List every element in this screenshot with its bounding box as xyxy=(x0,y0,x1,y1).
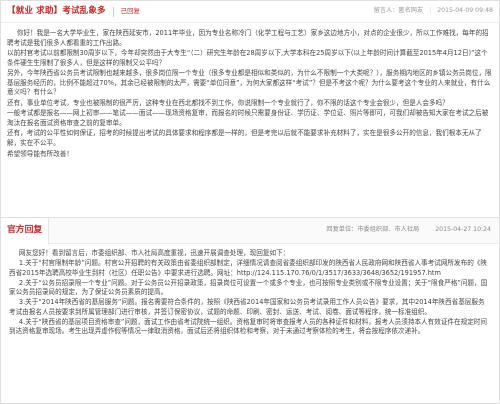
question-body: 你好！我是一名大学毕业生，家在陕西延安市，2011年毕业，因为专业名称冷门（化学… xyxy=(1,23,499,159)
meta-divider: | xyxy=(429,7,432,14)
reply-item: 1.关于“村官限制年龄”问题。村官公开招聘的有关政策由省委组织部制定，详细情况请… xyxy=(9,259,487,277)
poster-label: 留言人：匿名网友 xyxy=(373,7,424,14)
question-paragraph: 另外，今年陕西省公务员考试限制也越来越多，很多岗位限一个专业（很多专业都是相似和… xyxy=(7,69,492,97)
reply-item: 3.关于“2014年陕西省的基层服务”问题。报名需要符合条件的，按照《陕西省20… xyxy=(9,298,485,316)
status-badge: 已回复 xyxy=(120,6,140,15)
reply-header: 官方回复 回复单位：市委组织部、市人社局 2015-04-27 10:24 xyxy=(1,217,499,244)
question-paragraph: 还有，考试的公平性如何保证，招考的时候提出考试的具体要求和程序都是一样的，但是考… xyxy=(7,129,482,148)
question-meta: 留言人：匿名网友 | 2015-04-09 09:48 xyxy=(374,7,493,16)
question-paragraph: 以前村官考试以前都限制30周岁以下，今年却突然由于大专生“（二）研究生年龄在28… xyxy=(7,49,488,67)
reply-item: 2.关于“公务员招录限一个专业”问题。对于公务员公开招录政策，招录岗位可设置一个… xyxy=(9,278,488,297)
reply-label: 官方回复 xyxy=(1,217,50,244)
official-reply-card: 官方回复 回复单位：市委组织部、市人社局 2015-04-27 10:24 网友… xyxy=(0,217,500,404)
question-header: 【就业 求助】考试乱象多 已回复 留言人：匿名网友 | 2015-04-09 0… xyxy=(1,1,499,23)
reply-item: 4.关于“陕西省的基层项目资格审查”问题，面试工作由省考试院统一组织。资格复审时… xyxy=(9,317,487,336)
reply-body: 网友您好！看到留言后，市委组织部、市人社局高度重视，迅速开展调查处理，现回复如下… xyxy=(1,244,499,337)
question-paragraph: 还有，事业单位考试，专业也被限制的很严厉，这种专业在西北都找不到工作，你说限制一… xyxy=(7,98,449,107)
reply-salutation: 网友您好！看到留言后，市委组织部、市人社局高度重视，迅速开展调查处理，现回复如下… xyxy=(18,249,290,257)
header-divider xyxy=(112,6,114,17)
question-closing: 希望领导能有所改善！ xyxy=(7,149,73,158)
question-paragraph: 你好！我是一名大学毕业生，家在陕西延安市，2011年毕业，因为专业名称冷门（化学… xyxy=(7,29,489,47)
reply-unit: 回复单位：市委组织部、市人社局 xyxy=(326,226,420,233)
question-title[interactable]: 【就业 求助】考试乱象多 xyxy=(7,5,106,17)
reply-meta: 回复单位：市委组织部、市人社局 2015-04-27 10:24 xyxy=(326,226,499,235)
question-date: 2015-04-09 09:48 xyxy=(437,7,493,14)
question-paragraph: 一般考试都是报名——网上初审——笔试——面试——现场资格复审，而报名的时候只需要… xyxy=(7,109,489,127)
question-card: 【就业 求助】考试乱象多 已回复 留言人：匿名网友 | 2015-04-09 0… xyxy=(0,0,500,217)
reply-date: 2015-04-27 10:24 xyxy=(435,226,491,233)
